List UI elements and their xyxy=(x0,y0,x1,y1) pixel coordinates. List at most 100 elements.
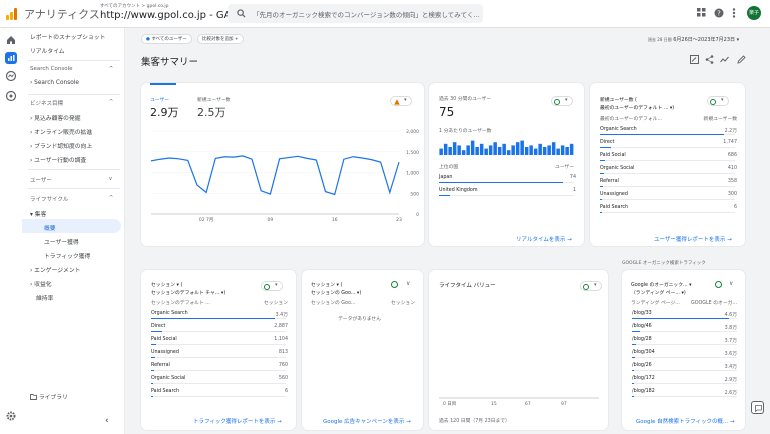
edit-report-icon[interactable] xyxy=(690,55,699,64)
card-title-line1[interactable]: セッション ▾ ( xyxy=(311,281,342,288)
nav-acquisition[interactable]: ▾ 集客 xyxy=(30,209,46,218)
home-icon[interactable] xyxy=(5,34,17,46)
view-realtime-link[interactable]: リアルタイムを表示 → xyxy=(516,235,572,243)
insights-icon[interactable] xyxy=(720,55,729,64)
nav-traffic-acquisition[interactable]: トラフィック獲得 xyxy=(44,251,90,260)
row-value: 3.4万 xyxy=(724,365,737,370)
property-selector[interactable]: http://www.gpol.co.jp - GA4 ▾ xyxy=(100,10,245,21)
reports-icon[interactable] xyxy=(5,52,17,64)
card-title-line2[interactable]: 最初のユーザーのデフォルト ... ▾) xyxy=(600,104,674,111)
series-line xyxy=(150,155,400,196)
help-icon[interactable]: ? xyxy=(714,8,724,18)
minute-bar xyxy=(443,143,448,155)
row-bar xyxy=(632,331,641,332)
nav-biz-item[interactable]: › 見込み顧客の発掘 xyxy=(30,113,81,122)
check-circle-icon[interactable] xyxy=(715,281,722,288)
sessions-channel-card: セッション ▾ ( セッションのデフォルト チャ... ▾) ▾ セッションのデ… xyxy=(141,270,296,430)
apps-grid-icon[interactable] xyxy=(697,8,706,17)
row-bar xyxy=(600,160,606,161)
chevron-up-icon[interactable]: ^ xyxy=(109,99,113,105)
svg-text:?: ? xyxy=(717,10,721,18)
row-bar-track xyxy=(632,396,737,397)
chevron-up-icon[interactable]: ^ xyxy=(109,66,113,72)
users-overview-card: ユーザー 2.9万 新規ユーザー数 2.5万 ▾ 2,000 1,500 1,000… xyxy=(141,83,424,246)
nav-search-console[interactable]: › Search Console xyxy=(30,80,79,86)
chevron-up-icon[interactable]: ^ xyxy=(109,195,113,201)
nav-snapshot[interactable]: レポートのスナップショット xyxy=(30,32,105,41)
minute-bar xyxy=(529,145,533,155)
view-traffic-acquisition-link[interactable]: トラフィック獲得レポートを表示 → xyxy=(193,417,282,425)
nav-monetization[interactable]: › 収益化 xyxy=(30,279,52,288)
nav-section-business[interactable]: ビジネス目標 xyxy=(30,99,63,107)
row-value: 1,747 xyxy=(723,140,737,145)
row-bar xyxy=(439,182,564,183)
google-ads-sessions-card: セッション ▾ ( セッションの Goo... ▾) ∨ セッションの Goo.… xyxy=(302,270,423,430)
nav-biz-item[interactable]: › オンライン販売の拡進 xyxy=(30,127,92,136)
more-vert-icon[interactable] xyxy=(732,8,736,18)
row-value: 760 xyxy=(278,363,288,368)
nav-engagement[interactable]: › エンゲージメント xyxy=(30,265,80,274)
nav-retention[interactable]: 維持率 xyxy=(36,293,53,302)
explore-icon[interactable] xyxy=(5,70,17,82)
collapse-nav-button[interactable]: ‹ xyxy=(105,416,109,426)
check-circle-icon[interactable] xyxy=(391,281,398,288)
minute-bar xyxy=(560,145,565,155)
row-label: Direct xyxy=(151,324,166,329)
row-bar xyxy=(151,344,157,345)
nav-library[interactable]: ライブラリ xyxy=(30,392,68,401)
row-bar xyxy=(632,318,729,319)
row-value: 3.6万 xyxy=(724,352,737,357)
nav-biz-item[interactable]: › ユーザー行動の調査 xyxy=(30,155,86,164)
account-breadcrumb[interactable]: すべてのアカウント > gpol.co.jp xyxy=(100,3,168,9)
nav-biz-item[interactable]: › ブランド認知度の向上 xyxy=(30,141,92,150)
data-quality-check-button[interactable]: ▾ xyxy=(707,96,729,106)
nav-section-user[interactable]: ユーザー xyxy=(30,176,52,184)
nav-realtime[interactable]: リアルタイム xyxy=(30,46,65,55)
divider xyxy=(28,94,120,95)
minute-bar xyxy=(565,147,569,155)
realtime-value: 75 xyxy=(439,105,455,119)
data-quality-check-button[interactable]: ▾ xyxy=(261,281,283,291)
view-google-ads-link[interactable]: Google 広告キャンペーンを表示 → xyxy=(323,417,411,425)
x-tick-label: 23 xyxy=(396,217,402,223)
add-comparison-chip[interactable]: 比較対象を追加 + xyxy=(197,34,244,44)
chevron-down-icon[interactable]: v xyxy=(109,176,112,182)
nav-overview[interactable]: 概要 xyxy=(44,223,56,232)
advertising-icon[interactable] xyxy=(5,90,17,102)
search-bar[interactable]: 「先月のオーガニック検索でのコンバージョン数の傾向」と検索してみてく... xyxy=(228,4,483,23)
date-range-selector[interactable]: 過去 28 日間 6月26日～2023年7月23日 ▾ xyxy=(648,36,739,43)
row-bar-track xyxy=(151,396,286,397)
settings-gear-icon[interactable] xyxy=(5,410,17,422)
row-value: 2,887 xyxy=(274,324,288,329)
nav-section-search-console[interactable]: Search Console xyxy=(30,66,72,72)
pencil-icon[interactable] xyxy=(737,55,746,64)
minute-bar xyxy=(520,140,524,155)
row-value: 410 xyxy=(727,166,737,171)
share-icon[interactable] xyxy=(705,55,714,64)
row-value: 6 xyxy=(284,389,288,394)
view-user-acquisition-link[interactable]: ユーザー獲得レポートを表示 → xyxy=(654,235,732,243)
card-title-line1[interactable]: セッション ▾ ( xyxy=(151,281,182,288)
card-title-line1[interactable]: Google のオーガニック... ▾ xyxy=(631,281,692,288)
view-organic-traffic-link[interactable]: Google 自然検索トラフィックの概... → xyxy=(636,417,735,425)
card-title-line2[interactable]: セッションの Goo... ▾) xyxy=(311,289,361,296)
chevron-down-icon[interactable]: ∨ xyxy=(406,280,410,287)
analytics-logo-icon[interactable] xyxy=(6,8,18,20)
data-quality-check-button[interactable]: ▾ xyxy=(551,96,573,106)
minute-bar xyxy=(439,148,443,155)
nav-section-lifecycle[interactable]: ライフサイクル xyxy=(30,195,68,203)
minute-bar xyxy=(547,145,551,155)
avatar[interactable]: 楽子 xyxy=(747,6,761,20)
minute-bar xyxy=(452,142,457,155)
card-title-line2[interactable]: （ランディング ペー... ▾) xyxy=(631,289,686,296)
feedback-button[interactable] xyxy=(751,401,764,414)
card-title-line1[interactable]: 新規ユーザー数 ( xyxy=(600,96,637,103)
realtime-card: 過去 30 分間のユーザー 75 ▾ 1 分あたりのユーザー数 上位の国 ユーザ… xyxy=(429,83,584,246)
card-title-line2[interactable]: セッションのデフォルト チャ... ▾) xyxy=(151,289,225,296)
row-bar-track xyxy=(151,383,286,384)
chevron-down-icon[interactable]: ∨ xyxy=(729,280,733,287)
all-users-chip[interactable]: ● すべてのユーザー xyxy=(141,34,192,44)
nav-user-acquisition[interactable]: ユーザー獲得 xyxy=(44,237,79,246)
row-bar xyxy=(600,147,611,148)
minute-bar xyxy=(479,143,484,155)
